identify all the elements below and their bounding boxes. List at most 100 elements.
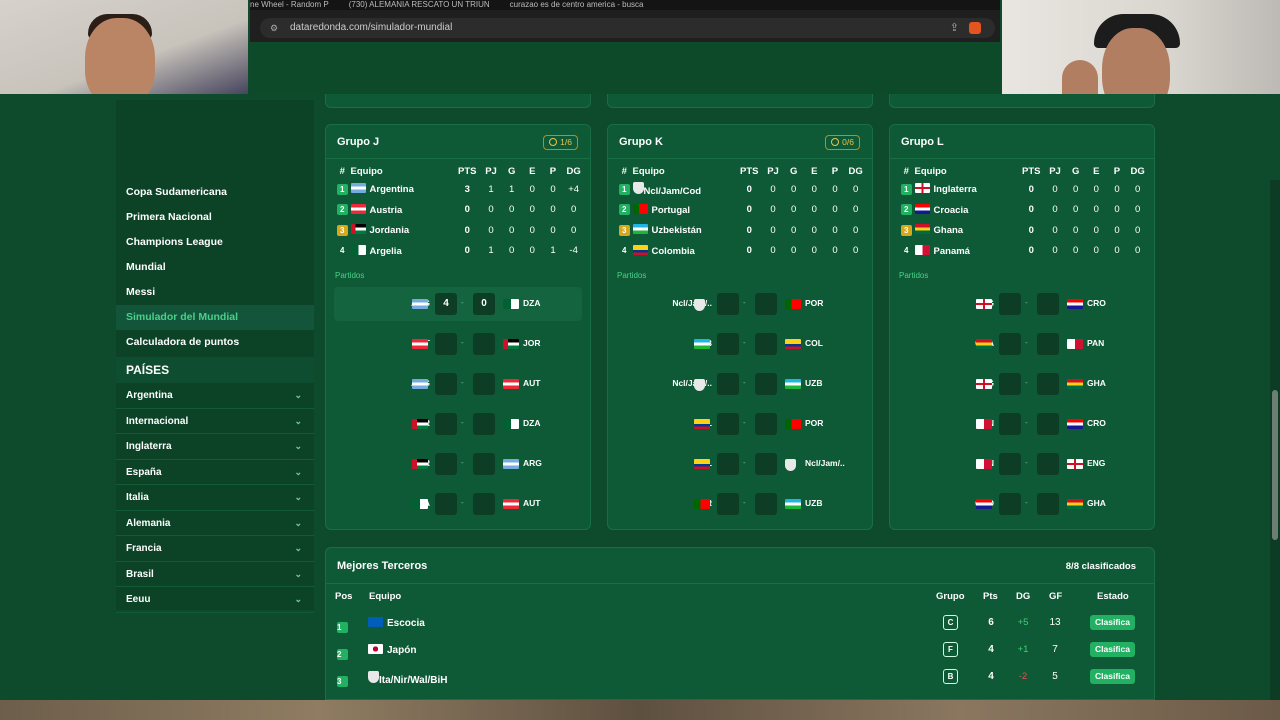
home-flag-icon: [412, 299, 428, 309]
site-info-icon[interactable]: ⚙: [270, 18, 278, 38]
away-score-input[interactable]: [1037, 373, 1059, 395]
home-score-input[interactable]: [999, 373, 1021, 395]
browser-tabs[interactable]: ne Wheel - Random P (730) ALEMANIA RESCAT…: [250, 0, 1000, 10]
stat-p: 0: [832, 183, 838, 195]
col-e: E: [811, 165, 818, 177]
away-score-input[interactable]: [473, 413, 495, 435]
sidebar-country[interactable]: Francia ⌄: [116, 536, 314, 562]
home-score-input[interactable]: [717, 293, 739, 315]
table-row[interactable]: 1 Argentina 3 1 1 0 0 +4: [334, 179, 584, 200]
sidebar-item[interactable]: Champions League: [116, 230, 314, 255]
table-row[interactable]: 3 Ita/Nir/Wal/BiH B 4 -2 5 Clasifica: [326, 663, 1154, 690]
group-card: Grupo L # Equipo PTS PJ G E P DG 1 Inglaterra 0 0 0 0 0…: [889, 124, 1155, 530]
sidebar-item[interactable]: Simulador del Mundial: [116, 305, 314, 330]
browser-tab[interactable]: ne Wheel - Random P: [250, 0, 329, 9]
away-score-input[interactable]: 0: [473, 293, 495, 315]
team-cell: Ita/Nir/Wal/BiH: [368, 671, 448, 686]
browser-tab[interactable]: curazao es de centro america - busca: [510, 0, 644, 9]
home-score-input[interactable]: [717, 333, 739, 355]
table-row[interactable]: 3 Ghana 0 0 0 0 0 0: [898, 220, 1148, 241]
stat-dg: 0: [853, 224, 859, 236]
sidebar-country[interactable]: España ⌄: [116, 460, 314, 485]
away-score-input[interactable]: [755, 453, 777, 475]
away-score-input[interactable]: [1037, 293, 1059, 315]
away-score-input[interactable]: [755, 333, 777, 355]
table-row[interactable]: 2 Japón F 4 +1 7 Clasifica: [326, 636, 1154, 663]
sidebar-item[interactable]: Mundial: [116, 255, 314, 280]
sidebar-country[interactable]: Inglaterra ⌄: [116, 434, 314, 460]
sidebar-country[interactable]: Brasil ⌄: [116, 562, 314, 587]
table-row[interactable]: 1 Inglaterra 0 0 0 0 0 0: [898, 179, 1148, 200]
share-icon[interactable]: ⇪: [950, 18, 959, 38]
home-flag-icon: [976, 499, 992, 509]
away-score-input[interactable]: [1037, 413, 1059, 435]
table-row[interactable]: 4 Colombia 0 0 0 0 0 0: [616, 241, 866, 262]
away-score-input[interactable]: [1037, 453, 1059, 475]
pos-cell: 3: [334, 220, 351, 241]
home-score-input[interactable]: [717, 493, 739, 515]
away-score-input[interactable]: [473, 493, 495, 515]
sidebar-item[interactable]: Copa Sudamericana: [116, 180, 314, 205]
home-flag-icon: [976, 339, 992, 349]
team-cell: Ghana: [914, 220, 1018, 241]
team-cell: Escocia: [368, 617, 425, 629]
home-score-input[interactable]: [435, 453, 457, 475]
home-score-input[interactable]: [999, 333, 1021, 355]
sidebar-country[interactable]: Eeuu ⌄: [116, 587, 314, 613]
home-score-input[interactable]: [435, 493, 457, 515]
col-pts: Pts: [983, 591, 998, 602]
home-score-input[interactable]: [717, 413, 739, 435]
stat-pj: 0: [770, 204, 776, 216]
table-row[interactable]: 3 Jordania 0 0 0 0 0 0: [334, 220, 584, 241]
away-score-input[interactable]: [1037, 333, 1059, 355]
home-score-input[interactable]: [999, 493, 1021, 515]
sidebar-country[interactable]: Internacional ⌄: [116, 409, 314, 434]
browser-tab[interactable]: (730) ALEMANIA RESCATO UN TRIUN: [349, 0, 490, 9]
score-separator: -: [461, 418, 464, 427]
home-score-input[interactable]: [717, 453, 739, 475]
table-row[interactable]: 2 Portugal 0 0 0 0 0 0: [616, 200, 866, 221]
chevron-down-icon: ⌄: [294, 594, 302, 604]
away-score-input[interactable]: [755, 493, 777, 515]
table-row[interactable]: 1 Ncl/Jam/Cod 0 0 0 0 0 0: [616, 179, 866, 200]
table-row[interactable]: 4 Argelia 0 1 0 0 1 -4: [334, 241, 584, 262]
progress-badge: 1/6: [543, 135, 578, 150]
table-row[interactable]: 2 Austria 0 0 0 0 0 0: [334, 200, 584, 221]
away-score-input[interactable]: [1037, 493, 1059, 515]
sidebar-item[interactable]: Calculadora de puntos: [116, 330, 314, 355]
home-score-input[interactable]: [435, 373, 457, 395]
page-scrollbar[interactable]: [1270, 180, 1280, 700]
away-score-input[interactable]: [473, 453, 495, 475]
table-row[interactable]: 4 Panamá 0 0 0 0 0 0: [898, 241, 1148, 262]
home-score-input[interactable]: [435, 413, 457, 435]
away-score-input[interactable]: [755, 293, 777, 315]
address-bar[interactable]: ⚙ dataredonda.com/simulador-mundial ⇪: [260, 18, 995, 38]
away-flag-icon: [1067, 299, 1083, 309]
sidebar-country[interactable]: Italia ⌄: [116, 485, 314, 511]
team-name: Argentina: [369, 184, 414, 196]
team-cell: Argentina: [350, 179, 454, 200]
away-team: CRO: [1087, 418, 1106, 428]
sidebar-item[interactable]: Messi: [116, 280, 314, 305]
away-score-input[interactable]: [755, 373, 777, 395]
home-score-input[interactable]: [999, 413, 1021, 435]
sidebar-item[interactable]: Primera Nacional: [116, 205, 314, 230]
away-score-input[interactable]: [755, 413, 777, 435]
away-score-input[interactable]: [473, 373, 495, 395]
score-separator: -: [743, 498, 746, 507]
home-score-input[interactable]: 4: [435, 293, 457, 315]
stat-pj: 0: [488, 204, 494, 216]
sidebar-country[interactable]: Alemania ⌄: [116, 511, 314, 536]
brave-shield-icon[interactable]: [969, 22, 981, 34]
home-score-input[interactable]: [717, 373, 739, 395]
sidebar-country[interactable]: Argentina ⌄: [116, 383, 314, 409]
home-score-input[interactable]: [999, 293, 1021, 315]
stat-dg: +4: [568, 183, 580, 195]
home-score-input[interactable]: [435, 333, 457, 355]
home-score-input[interactable]: [999, 453, 1021, 475]
table-row[interactable]: 1 Escocia C 6 +5 13 Clasifica: [326, 609, 1154, 636]
stat-dg: 0: [1135, 245, 1141, 257]
away-score-input[interactable]: [473, 333, 495, 355]
table-row[interactable]: 2 Croacia 0 0 0 0 0 0: [898, 200, 1148, 221]
table-row[interactable]: 3 Uzbekistán 0 0 0 0 0 0: [616, 220, 866, 241]
